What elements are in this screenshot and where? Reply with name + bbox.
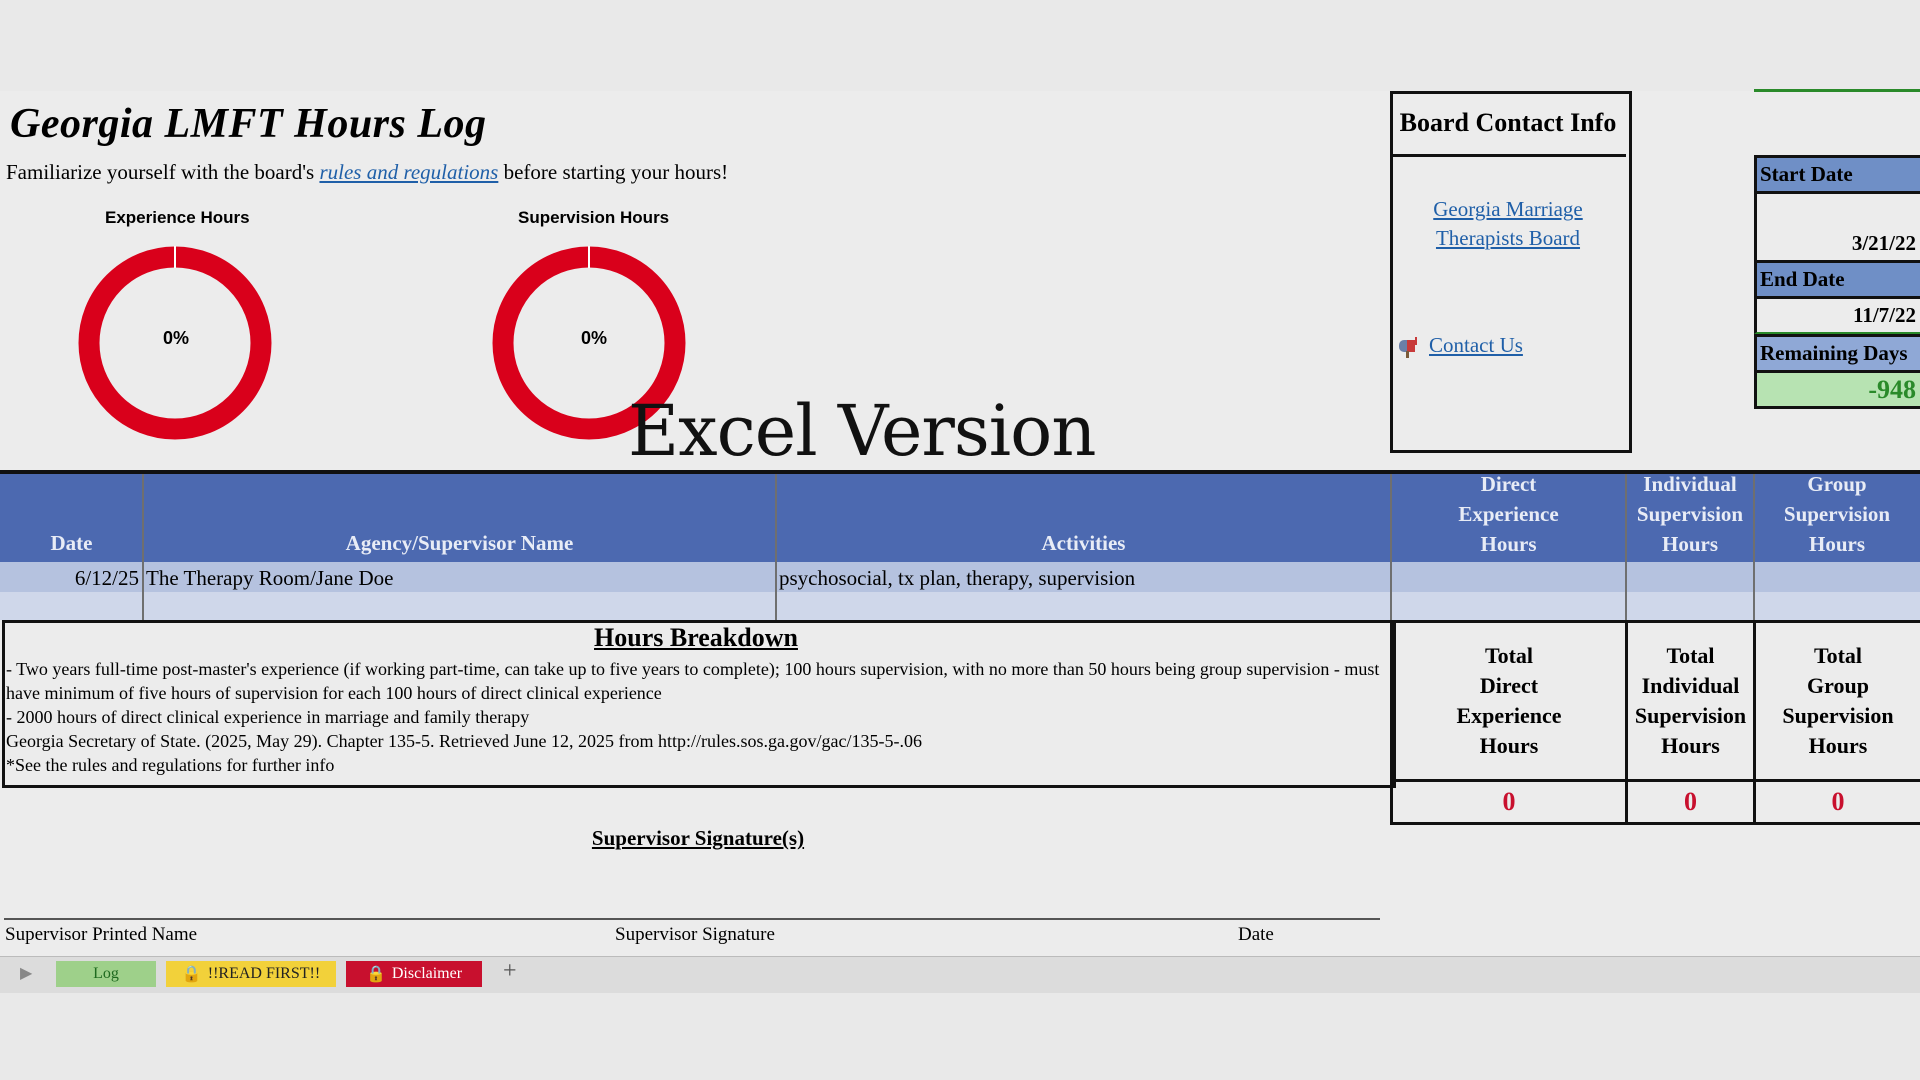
group-header-line2: Supervision [1783,502,1891,526]
hours-breakdown-title: Hours Breakdown [594,623,798,652]
add-sheet-icon[interactable]: + [503,958,517,985]
tab-log[interactable]: Log [56,961,156,987]
column-header-activities[interactable]: Activities [776,470,1391,562]
total-direct-line4: Hours [1479,733,1539,758]
experience-percent: 0% [163,328,190,348]
column-header-group[interactable]: Group Supervision Hours [1754,470,1920,562]
lock-icon: 🔒 [365,966,386,983]
breakdown-line: Georgia Secretary of State. (2025, May 2… [6,731,922,751]
group-header-line1: Group [1807,472,1867,496]
supervisor-signature-label: Supervisor Signature [615,924,775,945]
column-divider [142,474,144,620]
total-direct-label-box: Total Direct Experience Hours [1390,620,1628,782]
total-group-label-box: Total Group Supervision Hours [1753,620,1920,782]
total-group-line3: Supervision [1782,703,1894,728]
supervision-hours-label: Supervision Hours [518,208,670,227]
total-individual-value: 0 [1625,782,1756,825]
total-direct-line2: Direct [1479,673,1539,698]
total-group-line4: Hours [1808,733,1868,758]
group-header-line3: Hours [1808,532,1865,556]
total-individual-line3: Supervision [1634,703,1747,728]
board-link[interactable]: Georgia Marriage Therapists Board [1395,195,1621,253]
tab-read-first[interactable]: 🔒 !!READ FIRST!! [166,961,336,987]
breakdown-line: - 2000 hours of direct clinical experien… [6,707,530,727]
tab-disclaimer[interactable]: 🔒 Disclaimer [346,961,482,987]
end-date-label: End Date [1754,260,1920,299]
row-activities-cell[interactable]: psychosocial, tx plan, therapy, supervis… [779,566,1135,591]
column-header-agency[interactable]: Agency/Supervisor Name [143,470,776,562]
individual-header-line1: Individual [1643,472,1737,496]
total-direct-value: 0 [1390,782,1628,825]
column-divider [1625,474,1627,620]
column-header-date[interactable]: Date [0,470,143,562]
end-date-value[interactable]: 11/7/22 [1754,299,1920,334]
subtitle: Familiarize yourself with the board's ru… [6,160,728,185]
tab-read-first-label: !!READ FIRST!! [207,965,321,982]
board-link-line1[interactable]: Georgia Marriage [1433,197,1582,221]
total-group-line1: Total [1813,643,1863,668]
total-individual-label-box: Total Individual Supervision Hours [1625,620,1756,782]
mailbox-icon [1399,336,1417,358]
total-group-line2: Group [1807,673,1869,698]
excel-version-overlay: Excel Version [628,390,1096,472]
experience-hours-label: Experience Hours [105,208,250,227]
direct-header-line1: Direct [1480,472,1537,496]
breakdown-line: *See the rules and regulations for furth… [6,755,335,775]
hours-breakdown-text: - Two years full-time post-master's expe… [6,657,1386,777]
contact-us[interactable]: Contact Us [1397,333,1523,358]
column-divider [1390,474,1392,620]
board-link-line2[interactable]: Therapists Board [1436,226,1580,250]
signature-line [4,918,1380,920]
contact-us-link[interactable]: Contact Us [1429,333,1523,358]
subtitle-text-before: Familiarize yourself with the board's [6,160,320,184]
column-divider [775,474,777,620]
board-contact-heading: Board Contact Info [1390,91,1626,157]
direct-header-line3: Hours [1480,532,1537,556]
column-header-direct[interactable]: Direct Experience Hours [1391,470,1626,562]
green-top-border [1754,89,1920,92]
row-agency-cell[interactable]: The Therapy Room/Jane Doe [146,566,393,591]
tab-disclaimer-label: Disclaimer [391,965,463,982]
dates-panel: Start Date 3/21/22 End Date 11/7/22 Rema… [1754,155,1920,409]
signature-date-label: Date [1238,924,1274,945]
individual-header-line2: Supervision [1636,502,1744,526]
total-individual-line4: Hours [1661,733,1720,758]
individual-header-line3: Hours [1661,532,1718,556]
supervisor-signature-title: Supervisor Signature(s) [591,826,805,850]
start-date-value[interactable]: 3/21/22 [1754,194,1920,260]
row-date-cell[interactable]: 6/12/25 [0,566,139,591]
supervision-percent: 0% [581,328,608,348]
subtitle-text-after: before starting your hours! [498,160,729,184]
total-group-value: 0 [1753,782,1920,825]
total-direct-line1: Total [1484,643,1534,668]
total-individual-line1: Total [1666,643,1715,668]
table-row-empty[interactable] [0,592,1920,620]
column-divider [1753,474,1755,620]
supervisor-printed-name-label: Supervisor Printed Name [5,924,198,945]
scroll-tabs-right-icon[interactable]: ▶ [20,963,32,983]
breakdown-line: - Two years full-time post-master's expe… [6,659,1380,703]
total-individual-line2: Individual [1641,673,1740,698]
remaining-days-label: Remaining Days [1754,334,1920,373]
remaining-days-value: -948 [1754,373,1920,409]
direct-header-line2: Experience [1458,502,1559,526]
tab-log-label: Log [93,965,119,982]
lock-icon: 🔒 [181,966,202,983]
page-title: Georgia LMFT Hours Log [10,101,487,147]
start-date-label: Start Date [1754,155,1920,194]
total-direct-line3: Experience [1456,703,1562,728]
column-header-individual[interactable]: Individual Supervision Hours [1626,470,1754,562]
rules-link[interactable]: rules and regulations [319,160,498,184]
